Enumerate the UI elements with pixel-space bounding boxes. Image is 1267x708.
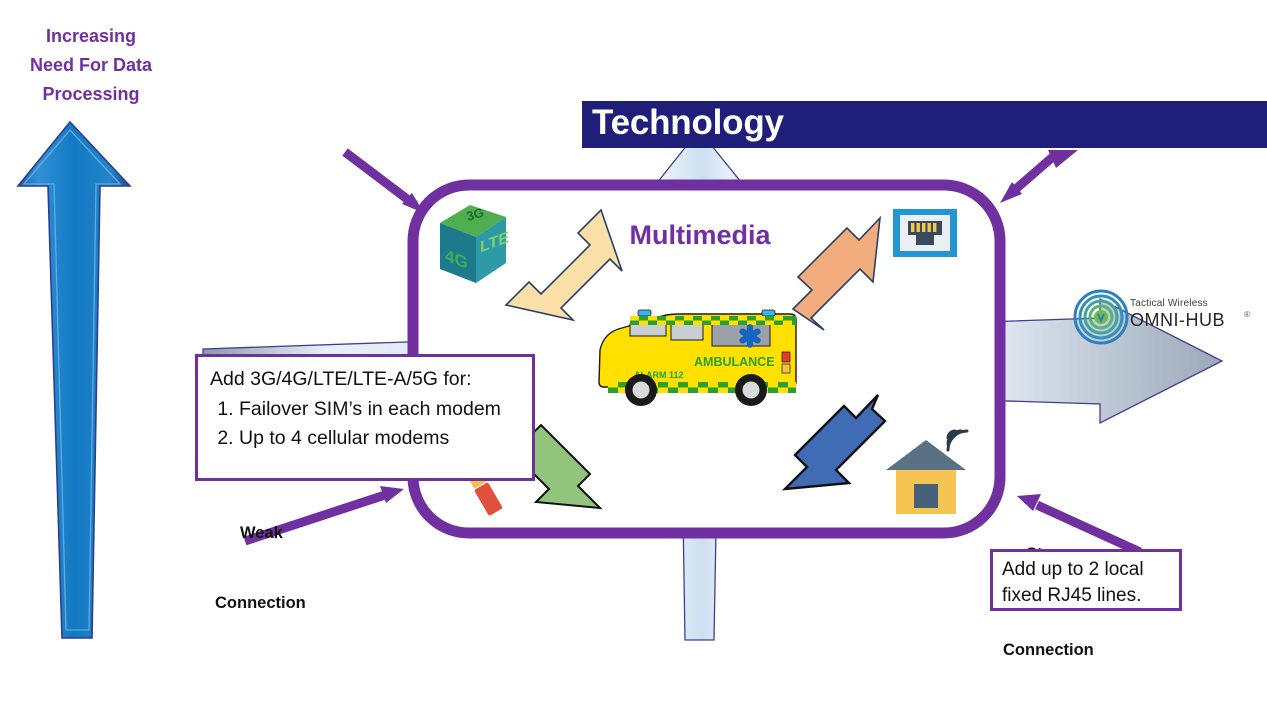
need-line-3: Processing bbox=[42, 84, 140, 104]
logo-registered-mark: ® bbox=[1244, 310, 1250, 319]
callout-cellular-item-1: Failover SIM’s in each modem bbox=[239, 395, 520, 423]
logo-tagline: Tactical Wireless bbox=[1130, 298, 1208, 309]
callout-cellular-item-2: Up to 4 cellular modems bbox=[239, 424, 520, 452]
axis-label-weak: Weak bbox=[240, 524, 283, 542]
need-line-1: Increasing bbox=[45, 26, 137, 46]
page-title: Technology bbox=[582, 101, 1267, 148]
slide-canvas: 3G 4G LTE AMBULANCE ALARM 112 Increasing… bbox=[0, 0, 1267, 708]
callout-rj45[interactable]: Add up to 2 local fixed RJ45 lines. bbox=[990, 549, 1182, 611]
rj45-ethernet-port-icon bbox=[893, 209, 957, 257]
need-line-2: Need For Data bbox=[29, 55, 153, 75]
callout-cellular-intro: Add 3G/4G/LTE/LTE-A/5G for: bbox=[210, 368, 472, 390]
callout-cellular[interactable]: Add 3G/4G/LTE/LTE-A/5G for: Failover SIM… bbox=[195, 354, 535, 481]
logo-rings-icon bbox=[1073, 289, 1129, 345]
axis-label-strong-connection: Connection bbox=[1003, 641, 1094, 659]
axis-label-multimedia: Multimedia bbox=[629, 220, 771, 250]
logo-wordmark: OMNI-HUB bbox=[1130, 310, 1225, 330]
increasing-data-need-arrow bbox=[16, 120, 132, 639]
ambulance-body-text: AMBULANCE bbox=[694, 355, 775, 369]
increasing-data-need-label: Increasing Need For Data Processing bbox=[8, 22, 174, 109]
callout-cellular-list: Failover SIM’s in each modem Up to 4 cel… bbox=[213, 395, 520, 452]
omni-hub-logo: Tactical Wireless OMNI-HUB ® bbox=[1072, 288, 1262, 346]
